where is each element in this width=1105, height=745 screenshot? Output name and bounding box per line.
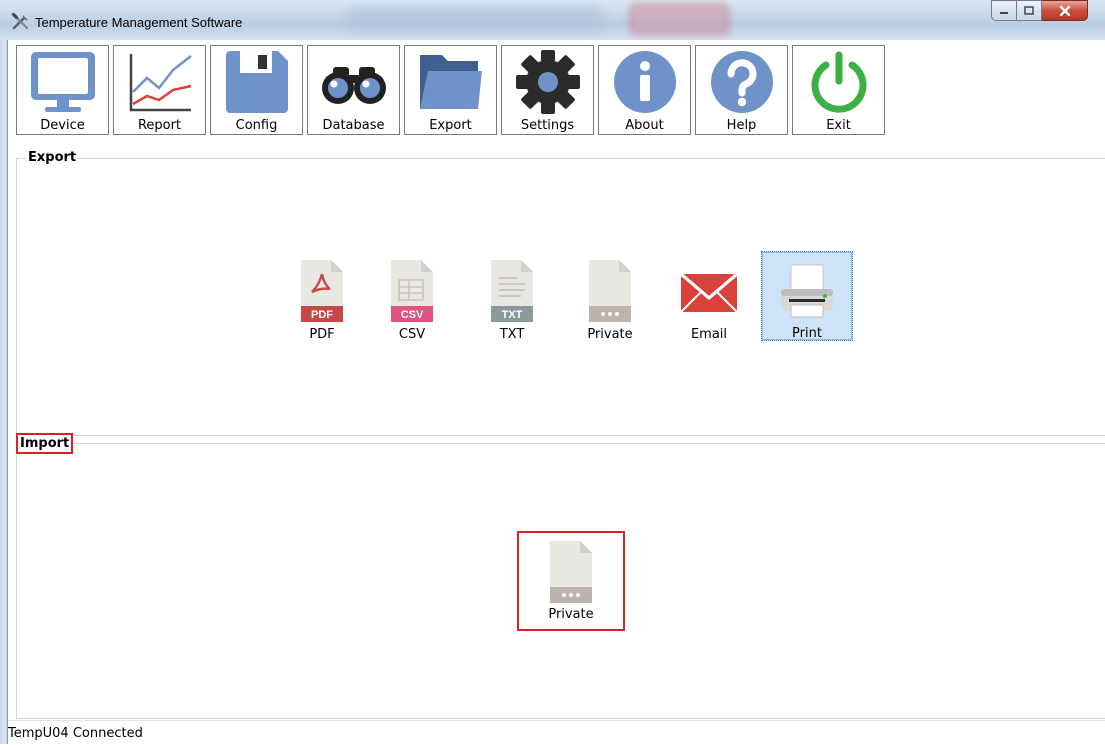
device-label: Device	[40, 118, 85, 133]
connection-status: TempU04 Connected	[8, 726, 143, 741]
private-label: Private	[587, 327, 633, 342]
export-txt-item[interactable]: TXT TXT	[466, 253, 558, 343]
export-csv-item[interactable]: CSV CSV	[366, 253, 458, 343]
minimize-icon	[1000, 11, 1008, 14]
email-label: Email	[690, 327, 728, 342]
device-button[interactable]: Device	[16, 45, 109, 135]
close-icon	[1059, 5, 1070, 16]
import-private-label: Private	[548, 607, 594, 622]
csv-label: CSV	[398, 327, 426, 342]
about-label: About	[625, 118, 664, 133]
private-file-icon	[550, 541, 592, 603]
floppy-disk-icon	[225, 51, 288, 113]
settings-label: Settings	[520, 118, 575, 133]
window-controls	[991, 0, 1088, 21]
txt-badge: TXT	[502, 309, 523, 321]
tools-icon	[11, 12, 29, 30]
export-private-item[interactable]: Private	[564, 253, 656, 343]
config-label: Config	[235, 118, 278, 133]
status-bar: TempU04 Connected	[8, 720, 1105, 745]
help-button[interactable]: Help	[695, 45, 788, 135]
config-button[interactable]: Config	[210, 45, 303, 135]
maximize-button[interactable]	[1017, 0, 1042, 21]
binoculars-icon	[321, 67, 386, 104]
maximize-icon	[1024, 5, 1034, 15]
pdf-label: PDF	[309, 327, 335, 342]
folder-icon	[419, 55, 482, 109]
print-label: Print	[792, 326, 822, 341]
title-bar: Temperature Management Software	[0, 0, 1105, 40]
export-group-title: Export	[26, 150, 79, 165]
txt-file-icon: TXT	[491, 260, 533, 322]
csv-file-icon: CSV	[391, 260, 433, 322]
export-print-item[interactable]: Print	[761, 251, 853, 341]
main-toolbar: Device Report Config Database Export Set…	[16, 45, 889, 135]
printer-icon	[781, 264, 833, 318]
close-button[interactable]	[1042, 0, 1088, 21]
line-chart-icon	[129, 54, 192, 112]
background-blur	[630, 4, 729, 34]
monitor-icon	[30, 52, 95, 112]
private-file-icon	[589, 260, 631, 322]
window-left-border	[0, 0, 8, 744]
exit-button[interactable]: Exit	[792, 45, 885, 135]
question-mark-icon	[710, 51, 773, 113]
exit-label: Exit	[826, 118, 851, 133]
email-icon	[679, 272, 739, 313]
txt-label: TXT	[499, 327, 525, 342]
csv-badge: CSV	[401, 309, 424, 321]
export-pdf-item[interactable]: PDF PDF	[276, 253, 368, 343]
background-blur	[345, 6, 605, 32]
power-icon	[811, 51, 866, 113]
export-email-item[interactable]: Email	[663, 253, 755, 343]
report-label: Report	[137, 118, 182, 133]
export-button[interactable]: Export	[404, 45, 497, 135]
database-button[interactable]: Database	[307, 45, 400, 135]
settings-button[interactable]: Settings	[501, 45, 594, 135]
help-label: Help	[726, 118, 757, 133]
database-label: Database	[322, 118, 385, 133]
about-button[interactable]: About	[598, 45, 691, 135]
report-button[interactable]: Report	[113, 45, 206, 135]
export-group: Export	[16, 150, 1105, 436]
minimize-button[interactable]	[991, 0, 1017, 21]
pdf-file-icon: PDF	[301, 260, 343, 322]
window-title: Temperature Management Software	[35, 15, 243, 30]
import-group-title: Import	[16, 433, 74, 454]
import-private-item[interactable]: Private	[517, 531, 625, 631]
info-icon	[613, 51, 676, 113]
gear-icon	[515, 50, 580, 114]
export-label: Export	[429, 118, 472, 133]
pdf-badge: PDF	[311, 309, 333, 321]
